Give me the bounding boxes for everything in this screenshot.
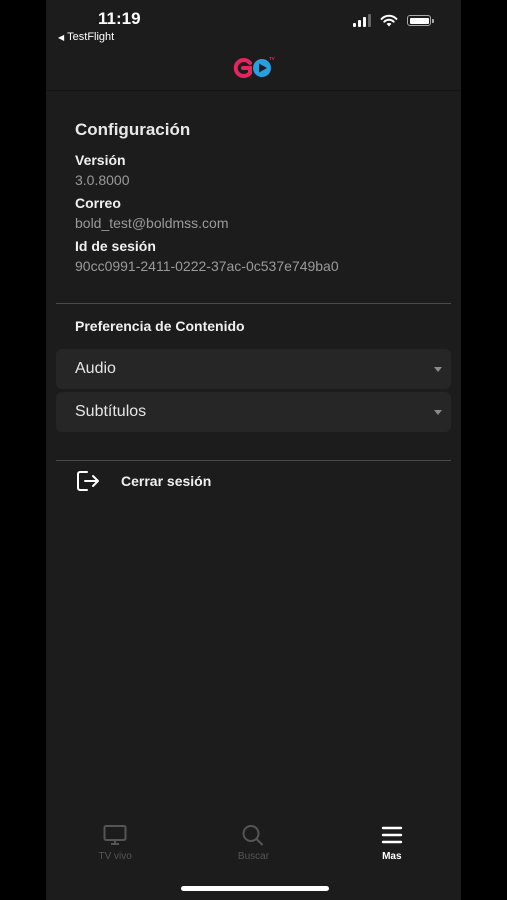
tab-mas-label: Mas [382, 851, 402, 862]
tab-tv-vivo[interactable]: TV vivo [55, 814, 175, 874]
tab-mas[interactable]: Mas [332, 814, 452, 874]
logout-label: Cerrar sesión [121, 473, 212, 489]
email-value: bold_test@boldmss.com [75, 215, 229, 231]
search-icon [242, 825, 264, 846]
app-screen: 11:19 ◀ TestFlight TV Configuración Vers… [46, 0, 461, 900]
logout-icon [77, 471, 99, 491]
tv-icon [103, 825, 127, 845]
back-app-label: TestFlight [67, 31, 115, 43]
logout-button[interactable]: Cerrar sesión [76, 470, 211, 492]
session-id-label: Id de sesión [75, 238, 156, 254]
chevron-down-icon [434, 409, 442, 415]
tab-bar: TV vivo Buscar Mas [46, 814, 461, 874]
preferences-title: Preferencia de Contenido [75, 318, 245, 334]
menu-icon [381, 826, 403, 844]
status-icons [353, 14, 434, 27]
subtitles-dropdown[interactable]: Subtítulos [56, 392, 451, 432]
go-tv-logo: TV [233, 56, 275, 78]
logo-badge: TV [269, 56, 275, 61]
home-indicator[interactable] [181, 886, 329, 891]
audio-dropdown-label: Audio [75, 360, 116, 377]
config-title: Configuración [75, 120, 191, 139]
section-divider [56, 460, 451, 461]
tab-buscar-label: Buscar [237, 851, 270, 862]
version-value: 3.0.8000 [75, 172, 130, 188]
section-divider [56, 303, 451, 304]
cellular-signal-icon [353, 14, 371, 27]
battery-icon [407, 15, 434, 26]
wifi-icon [380, 14, 398, 27]
subtitles-dropdown-label: Subtítulos [75, 403, 147, 420]
back-arrow-icon: ◀ [58, 32, 65, 42]
status-time: 11:19 [98, 9, 141, 28]
email-label: Correo [75, 195, 121, 211]
version-label: Versión [75, 152, 126, 168]
header-divider [46, 90, 461, 91]
chevron-down-icon [434, 366, 442, 372]
back-to-testflight[interactable]: ◀ TestFlight [58, 31, 114, 43]
tab-buscar[interactable]: Buscar [193, 814, 313, 874]
session-id-value: 90cc0991-2411-0222-37ac-0c537e749ba0 [75, 258, 339, 274]
audio-dropdown[interactable]: Audio [56, 349, 451, 389]
tab-tv-vivo-label: TV vivo [98, 851, 132, 862]
